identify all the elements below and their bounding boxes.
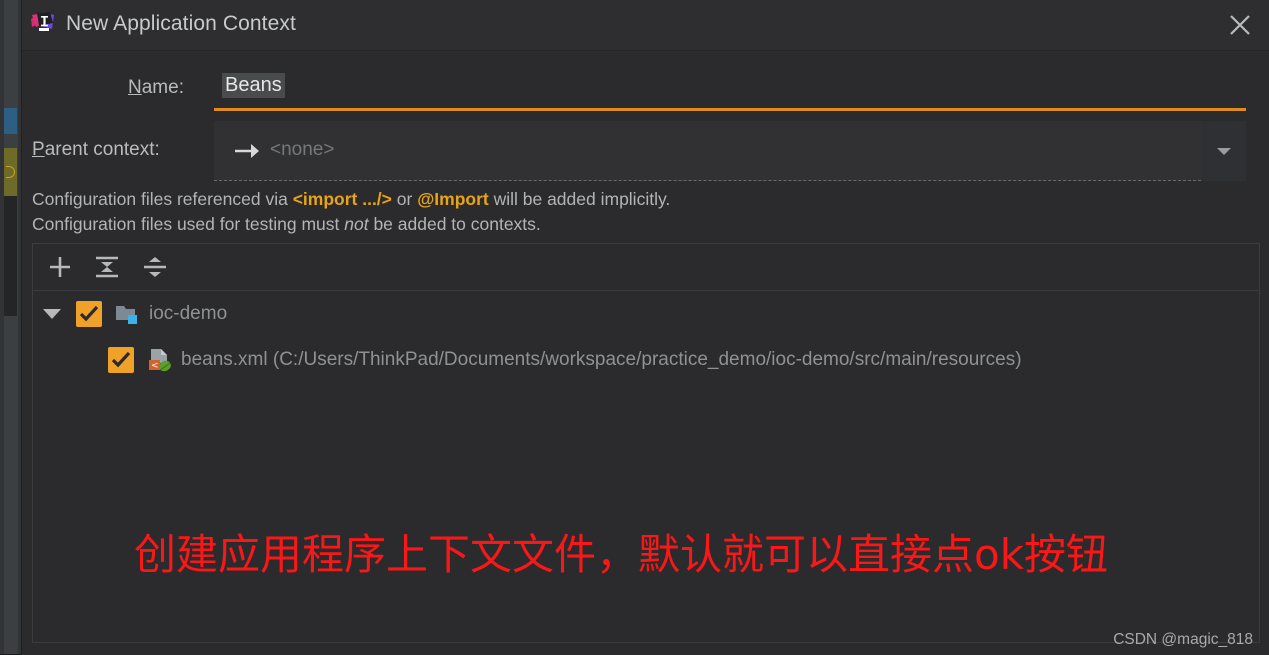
new-application-context-dialog: New Application Context Name: Beans Pare…: [22, 0, 1269, 655]
right-arrow-icon: [234, 142, 260, 165]
hint-1-text-b: or: [391, 189, 418, 209]
dialog-titlebar: New Application Context: [22, 0, 1269, 51]
background-marker-blue: [4, 108, 17, 134]
dialog-body: Name: Beans Parent context: <none> Confi…: [22, 51, 1269, 655]
collapse-all-icon[interactable]: [138, 250, 172, 284]
name-label-mnemonic: N: [128, 77, 142, 98]
tree-rows: ioc-demo < beans.xml (C:/Users/ThinkPad/…: [33, 291, 1259, 383]
name-input-value: Beans: [222, 73, 285, 98]
hint-1-bold-import-tag: <import .../>: [292, 189, 392, 209]
tree-label-ioc-demo: ioc-demo: [149, 303, 228, 324]
hint-1-text-c: will be added implicitly.: [488, 189, 671, 209]
table-row[interactable]: < beans.xml (C:/Users/ThinkPad/Documents…: [33, 337, 1259, 383]
name-row: Name: Beans: [22, 67, 1269, 111]
background-marker-olive: [4, 148, 17, 196]
svg-text:<: <: [151, 361, 159, 371]
parent-context-label-mnemonic: P: [32, 139, 45, 160]
checkbox-beans-xml[interactable]: [108, 347, 134, 373]
spring-xml-file-icon: <: [147, 347, 173, 378]
screen-root: New Application Context Name: Beans Pare…: [0, 0, 1269, 655]
parent-context-row: Parent context: <none>: [22, 121, 1269, 181]
background-panel-dark: [4, 196, 17, 316]
parent-context-label-rest: arent context:: [44, 139, 160, 160]
hint-line-1: Configuration files referenced via <impo…: [32, 187, 1262, 212]
hint-1-bold-import-annotation: @Import: [417, 189, 489, 209]
hint-block: Configuration files referenced via <impo…: [32, 187, 1262, 237]
intellij-idea-logo-icon: [30, 11, 56, 37]
plus-icon[interactable]: [43, 250, 77, 284]
hint-2-text-a: Configuration files used for testing mus…: [32, 214, 345, 234]
parent-context-combobox[interactable]: <none>: [214, 121, 1246, 181]
checkbox-ioc-demo[interactable]: [76, 301, 102, 327]
name-label: Name:: [128, 77, 184, 99]
background-editor-gutter: [4, 0, 18, 654]
parent-context-placeholder: <none>: [270, 139, 335, 160]
expand-all-icon[interactable]: [90, 250, 124, 284]
hint-2-text-b: be added to contexts.: [368, 214, 541, 234]
name-label-rest: ame:: [141, 77, 184, 98]
watermark: CSDN @magic_818: [1113, 631, 1253, 648]
hint-1-text-a: Configuration files referenced via: [32, 189, 293, 209]
table-row[interactable]: ioc-demo: [33, 291, 1259, 337]
name-input[interactable]: Beans: [214, 67, 1246, 111]
expander-triangle-icon[interactable]: [43, 309, 61, 319]
tree-label-beans-xml: beans.xml (C:/Users/ThinkPad/Documents/w…: [181, 349, 1022, 370]
parent-context-label: Parent context:: [32, 139, 160, 161]
configuration-files-panel: ioc-demo < beans.xml (C:/Users/ThinkPad/…: [32, 243, 1260, 643]
tree-toolbar: [33, 244, 1259, 291]
dialog-title: New Application Context: [66, 12, 296, 35]
annotation-text: 创建应用程序上下文文件，默认就可以直接点ok按钮: [134, 530, 1109, 579]
module-folder-icon: [115, 303, 141, 330]
hint-line-2: Configuration files used for testing mus…: [32, 212, 1262, 237]
background-ide-strip: [0, 0, 22, 654]
hint-2-italic-not: not: [344, 214, 369, 234]
close-icon[interactable]: [1211, 0, 1269, 50]
chevron-down-icon[interactable]: [1202, 121, 1246, 181]
